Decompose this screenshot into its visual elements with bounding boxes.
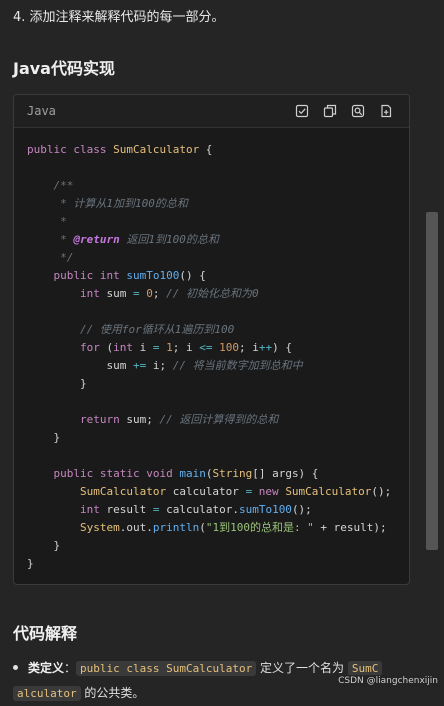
code-token: 1 [159, 341, 173, 354]
code-toolbar: Java [14, 95, 409, 128]
code-token: sumTo100 [238, 503, 292, 516]
code-token: ; i [172, 341, 200, 354]
explain-heading: 代码解释 [13, 624, 78, 643]
code-token: ( [99, 341, 114, 354]
code-token: println [152, 521, 200, 534]
code-token: for [27, 341, 100, 354]
code-token: (); [371, 485, 392, 498]
code-token: ; i [238, 341, 259, 354]
code-comment: // 使用for循环从1遍历到100 [27, 323, 235, 336]
code-comment: * [27, 233, 74, 246]
code-tools [293, 102, 395, 120]
watermark: CSDN @liangchenxijin [336, 675, 440, 687]
code-token: } [27, 431, 61, 444]
code-token: <= [199, 341, 213, 354]
code-token: int [27, 503, 100, 516]
code-comment: * 计算从1加到100的总和 [27, 197, 188, 210]
code-token: += [132, 359, 147, 372]
code-token: int [113, 341, 133, 354]
code-token: SumCalculator [285, 485, 372, 498]
java-heading: Java代码实现 [13, 59, 115, 78]
code-token: SumCalculator [27, 485, 167, 498]
code-token: [] args) { [252, 467, 319, 480]
code-block: Java public class SumCalculator { /** * … [13, 94, 410, 585]
code-token: 100 [212, 341, 239, 354]
insert-icon[interactable] [377, 102, 395, 120]
bullet-text: 定义了一个名为 [256, 661, 348, 675]
code-token: int [27, 287, 100, 300]
code-token: sumTo100 [126, 269, 180, 282]
code-token: i; [146, 359, 173, 372]
code-comment: /** [27, 179, 74, 192]
code-token: 0 [139, 287, 153, 300]
code-token: } [27, 557, 34, 570]
code-comment: * [27, 215, 67, 228]
code-token: () { [179, 269, 206, 282]
copy-icon[interactable] [321, 102, 339, 120]
code-comment: // 返回计算得到的总和 [159, 413, 279, 426]
bullet-colon: ： [64, 661, 77, 675]
code-token: SumCalculator [113, 143, 200, 156]
code-token: String [212, 467, 253, 480]
inline-code: public class SumCalculator [76, 661, 257, 676]
inline-code: SumC [347, 661, 383, 676]
code-token: ) { [272, 341, 292, 354]
bullet-text: 的公共类。 [80, 686, 145, 700]
code-string: "1到100的总和是: " [205, 521, 314, 534]
bullet-dot [13, 665, 18, 670]
code-token: (); [291, 503, 312, 516]
code-token: sum [27, 359, 133, 372]
inline-code: alculator [13, 686, 81, 701]
step-text: 4. 添加注释来解释代码的每一部分。 [13, 10, 225, 25]
code-token: ++ [258, 341, 273, 354]
code-comment: 返回1到100的总和 [119, 233, 219, 246]
search-code-icon[interactable] [349, 102, 367, 120]
code-language-label: Java [27, 104, 56, 118]
code-token: public int [27, 269, 127, 282]
page-scrollbar-thumb[interactable] [426, 212, 438, 550]
code-token: calculator. [159, 503, 239, 516]
code-token: public class [27, 143, 114, 156]
code-token: System [27, 521, 120, 534]
code-token: ( [199, 521, 206, 534]
code-token: sum [99, 287, 133, 300]
code-token: } [27, 377, 87, 390]
code-token: i [132, 341, 153, 354]
code-comment: // 将当前数字加到总和中 [172, 359, 303, 372]
code-token: .out. [119, 521, 153, 534]
code-token: public static void [27, 467, 180, 480]
bullet-label: 类定义 [28, 661, 65, 675]
code-token: return [27, 413, 120, 426]
code-annotation: @return [73, 233, 120, 246]
code-token: = [132, 287, 140, 300]
code-token: + result); [313, 521, 387, 534]
code-token: { [199, 143, 213, 156]
code-token: ; [152, 287, 167, 300]
code-token: new [252, 485, 286, 498]
code-token: calculator [166, 485, 246, 498]
code-token: result [99, 503, 153, 516]
code-token: } [27, 539, 61, 552]
code-content: public class SumCalculator { /** * 计算从1加… [27, 141, 391, 573]
code-token: sum; [119, 413, 160, 426]
code-comment: // 初始化总和为0 [166, 287, 259, 300]
check-icon[interactable] [293, 102, 311, 120]
code-token: main [179, 467, 206, 480]
code-comment: */ [27, 251, 74, 264]
